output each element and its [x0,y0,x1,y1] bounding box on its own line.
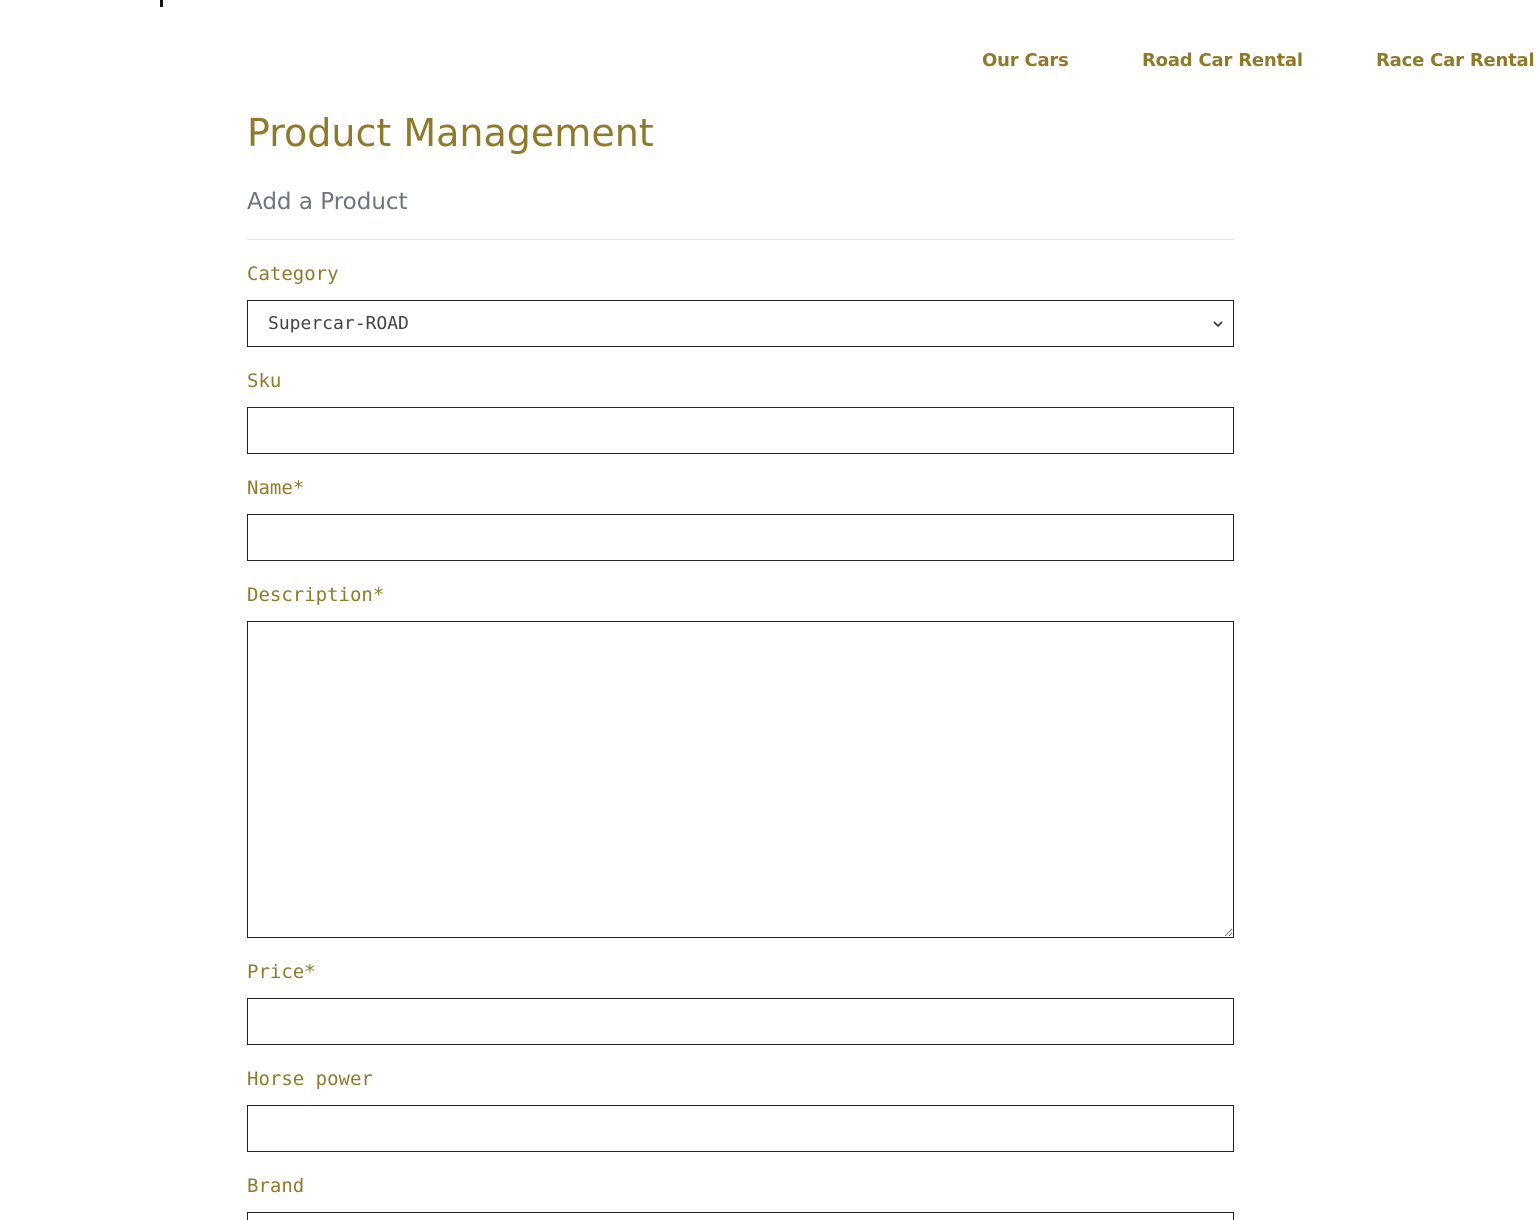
category-select[interactable]: Supercar-ROAD [247,300,1234,347]
page-root: Our Cars Road Car Rental Race Car Rental… [0,0,1537,1220]
horse-power-label: Horse power [247,1068,373,1090]
horse-power-input[interactable] [247,1105,1234,1152]
category-label: Category [247,263,339,285]
description-label: Description* [247,584,385,606]
price-label: Price* [247,961,316,983]
nav-link-race-car-rental[interactable]: Race Car Rental [1376,50,1535,71]
nav-link-road-car-rental[interactable]: Road Car Rental [1142,50,1303,71]
brand-input[interactable] [247,1212,1234,1220]
logo-fragment [160,0,163,7]
description-textarea[interactable] [247,621,1234,938]
section-title: Add a Product [247,189,408,215]
name-label: Name* [247,477,305,499]
name-input[interactable] [247,514,1234,561]
price-input[interactable] [247,998,1234,1045]
sku-label: Sku [247,370,282,392]
nav-link-our-cars[interactable]: Our Cars [982,50,1069,71]
top-nav: Our Cars Road Car Rental Race Car Rental [0,50,1537,78]
chevron-down-icon [1213,319,1223,329]
page-title: Product Management [247,111,654,155]
category-select-value: Supercar-ROAD [268,313,409,334]
sku-input[interactable] [247,407,1234,454]
brand-label: Brand [247,1175,305,1197]
section-divider [247,239,1234,240]
